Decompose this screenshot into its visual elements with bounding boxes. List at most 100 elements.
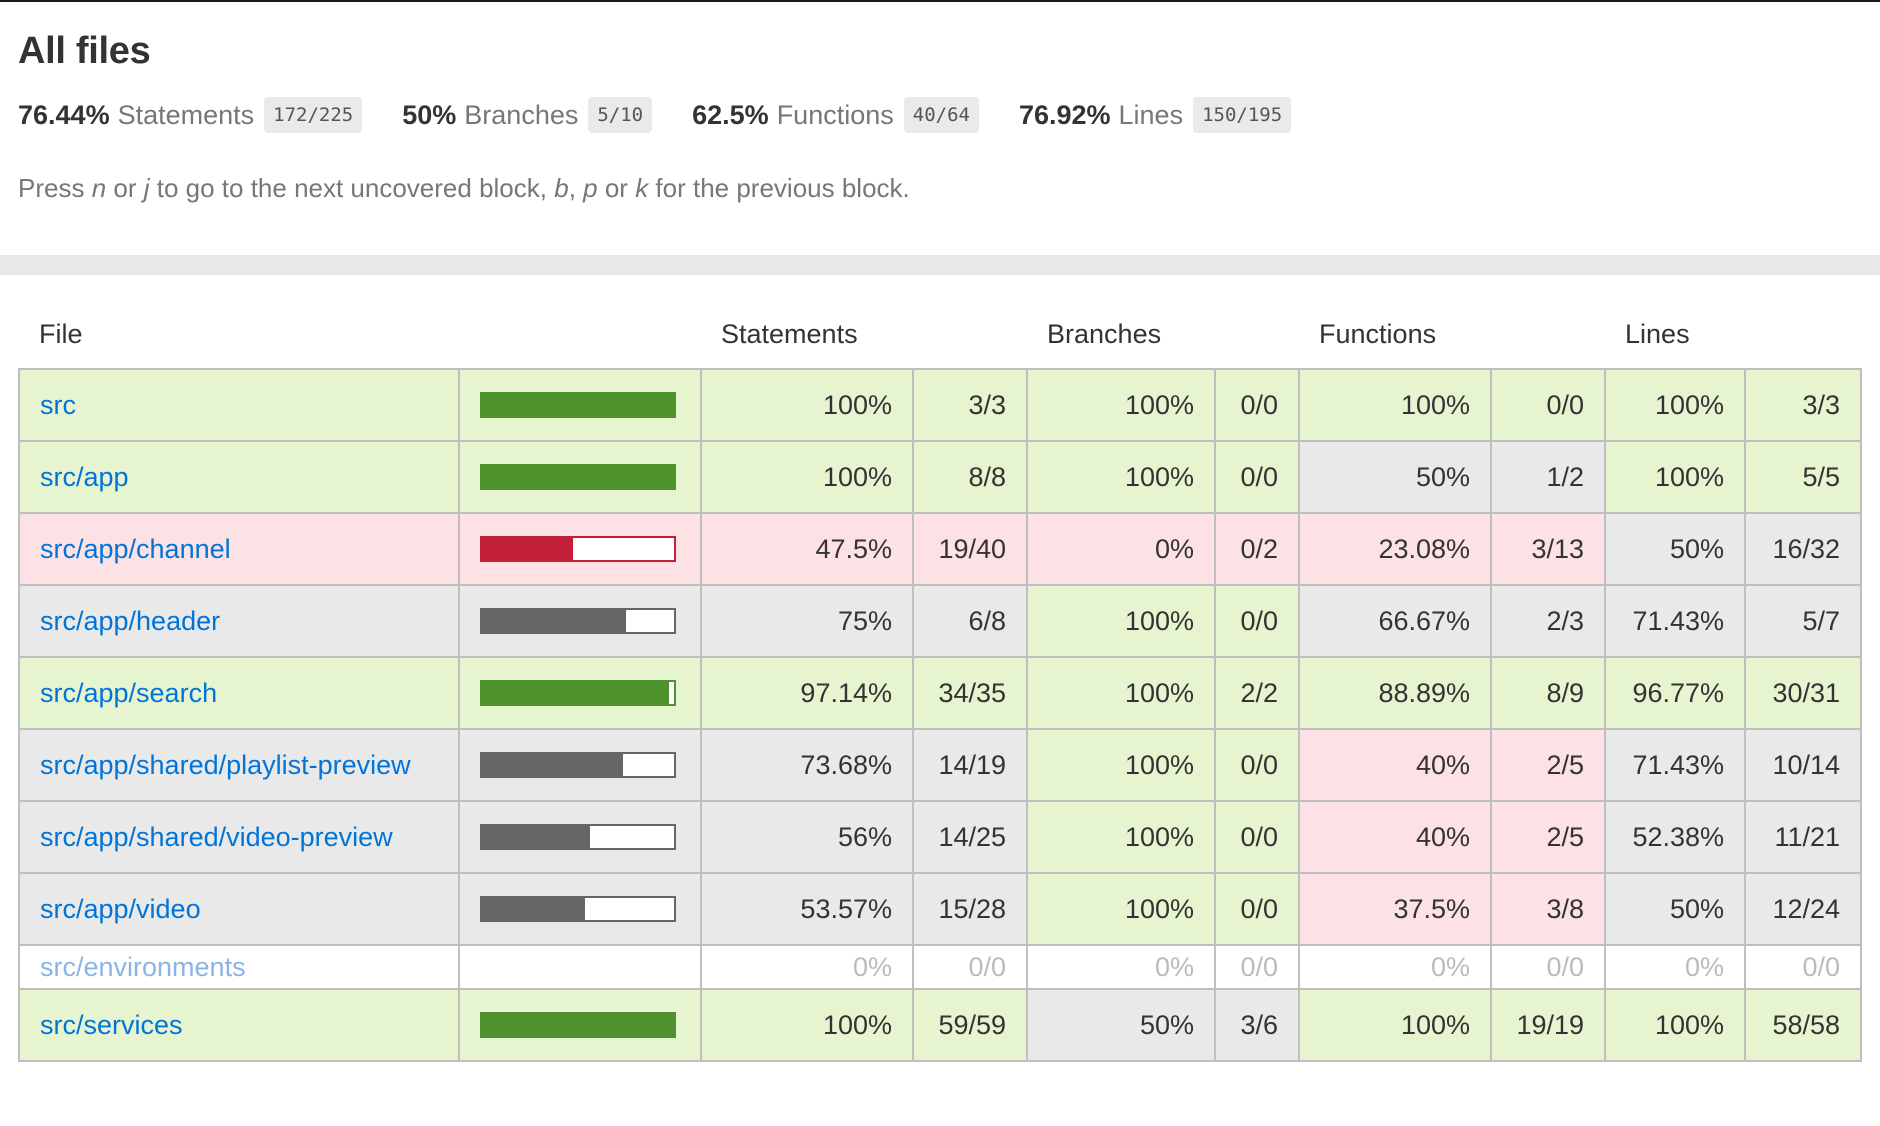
col-header-branches[interactable]: Branches bbox=[1027, 300, 1299, 369]
functions-fraction: 8/9 bbox=[1490, 656, 1607, 730]
statements-fraction: 14/25 bbox=[911, 800, 1029, 874]
summary-pct: 76.44% bbox=[18, 99, 110, 130]
coverage-bar-fill bbox=[482, 1014, 674, 1036]
table-row: src 100% 3/3 100% 0/0 100% 0/0 100% 3/3 bbox=[18, 368, 1863, 442]
branches-fraction: 0/0 bbox=[1214, 728, 1301, 802]
branches-pct: 0% bbox=[1026, 512, 1217, 586]
coverage-bar-fill bbox=[482, 538, 574, 560]
functions-pct: 100% bbox=[1298, 988, 1493, 1062]
coverage-table: File Statements Branches Functions Lines… bbox=[18, 300, 1863, 1062]
branches-pct: 100% bbox=[1026, 656, 1217, 730]
summary-branches: 50% Branches 5/10 bbox=[402, 97, 653, 133]
statements-pct: 56% bbox=[700, 800, 914, 874]
coverage-bar-cell bbox=[458, 440, 702, 514]
summary-fraction: 5/10 bbox=[588, 97, 653, 133]
file-link[interactable]: src/environments bbox=[40, 952, 246, 982]
lines-fraction: 0/0 bbox=[1744, 944, 1863, 990]
statements-pct: 53.57% bbox=[700, 872, 914, 946]
file-link[interactable]: src/app/shared/playlist-preview bbox=[40, 750, 411, 780]
statements-fraction: 14/19 bbox=[911, 728, 1029, 802]
statements-fraction: 0/0 bbox=[911, 944, 1029, 990]
coverage-bar bbox=[480, 680, 676, 706]
lines-pct: 0% bbox=[1604, 944, 1747, 990]
col-header-bar bbox=[459, 300, 701, 369]
statements-fraction: 19/40 bbox=[911, 512, 1029, 586]
statements-fraction: 6/8 bbox=[911, 584, 1029, 658]
col-header-file[interactable]: File bbox=[19, 300, 459, 369]
lines-pct: 52.38% bbox=[1604, 800, 1747, 874]
functions-pct: 40% bbox=[1298, 728, 1493, 802]
file-cell: src/services bbox=[18, 988, 460, 1062]
lines-pct: 50% bbox=[1604, 872, 1747, 946]
summary-fraction: 172/225 bbox=[264, 97, 363, 133]
summary-pct: 62.5% bbox=[692, 99, 769, 130]
hint-key: k bbox=[635, 173, 649, 203]
file-link[interactable]: src/app/header bbox=[40, 606, 220, 636]
col-header-lines[interactable]: Lines bbox=[1605, 300, 1861, 369]
statements-pct: 97.14% bbox=[700, 656, 914, 730]
statements-pct: 0% bbox=[700, 944, 914, 990]
functions-fraction: 2/5 bbox=[1490, 728, 1607, 802]
lines-pct: 100% bbox=[1604, 988, 1747, 1062]
coverage-bar-cell bbox=[458, 584, 702, 658]
functions-pct: 23.08% bbox=[1298, 512, 1493, 586]
coverage-bar-cell bbox=[458, 656, 702, 730]
lines-fraction: 5/7 bbox=[1744, 584, 1863, 658]
statements-fraction: 59/59 bbox=[911, 988, 1029, 1062]
functions-fraction: 0/0 bbox=[1490, 944, 1607, 990]
functions-fraction: 1/2 bbox=[1490, 440, 1607, 514]
functions-pct: 100% bbox=[1298, 368, 1493, 442]
coverage-bar bbox=[480, 1012, 676, 1038]
coverage-bar-fill bbox=[482, 466, 674, 488]
coverage-bar-cell bbox=[458, 872, 702, 946]
lines-fraction: 11/21 bbox=[1744, 800, 1863, 874]
file-link[interactable]: src/services bbox=[40, 1010, 183, 1040]
col-header-functions[interactable]: Functions bbox=[1299, 300, 1605, 369]
coverage-bar-fill bbox=[482, 826, 590, 848]
coverage-bar-fill bbox=[482, 394, 674, 416]
branches-fraction: 3/6 bbox=[1214, 988, 1301, 1062]
summary-label: Branches bbox=[464, 99, 579, 130]
statements-fraction: 34/35 bbox=[911, 656, 1029, 730]
table-row: src/environments 0% 0/0 0% 0/0 0% 0/0 0% 0/0 bbox=[18, 944, 1863, 990]
summary-label: Functions bbox=[776, 99, 894, 130]
lines-pct: 96.77% bbox=[1604, 656, 1747, 730]
summary-label: Statements bbox=[117, 99, 255, 130]
file-cell: src/app/header bbox=[18, 584, 460, 658]
functions-fraction: 3/13 bbox=[1490, 512, 1607, 586]
lines-fraction: 12/24 bbox=[1744, 872, 1863, 946]
hint-text: or bbox=[597, 173, 636, 203]
file-link[interactable]: src/app/channel bbox=[40, 534, 231, 564]
coverage-bar-fill bbox=[482, 754, 624, 776]
file-link[interactable]: src/app bbox=[40, 462, 129, 492]
functions-fraction: 3/8 bbox=[1490, 872, 1607, 946]
lines-pct: 50% bbox=[1604, 512, 1747, 586]
file-cell: src/app/shared/video-preview bbox=[18, 800, 460, 874]
coverage-bar-cell bbox=[458, 728, 702, 802]
hint-key: n bbox=[91, 173, 107, 203]
functions-pct: 0% bbox=[1298, 944, 1493, 990]
branches-fraction: 0/0 bbox=[1214, 368, 1301, 442]
functions-fraction: 0/0 bbox=[1490, 368, 1607, 442]
file-link[interactable]: src/app/video bbox=[40, 894, 201, 924]
file-link[interactable]: src/app/search bbox=[40, 678, 217, 708]
statements-pct: 100% bbox=[700, 368, 914, 442]
functions-fraction: 2/3 bbox=[1490, 584, 1607, 658]
statements-pct: 73.68% bbox=[700, 728, 914, 802]
file-link[interactable]: src/app/shared/video-preview bbox=[40, 822, 393, 852]
coverage-summary: 76.44% Statements 172/225 50% Branches 5… bbox=[18, 97, 1862, 133]
lines-pct: 71.43% bbox=[1604, 584, 1747, 658]
file-link[interactable]: src bbox=[40, 390, 76, 420]
branches-pct: 100% bbox=[1026, 440, 1217, 514]
lines-fraction: 58/58 bbox=[1744, 988, 1863, 1062]
table-header-row: File Statements Branches Functions Lines bbox=[19, 300, 1861, 369]
table-row: src/services 100% 59/59 50% 3/6 100% 19/19 100%… bbox=[18, 988, 1863, 1062]
branches-fraction: 0/0 bbox=[1214, 584, 1301, 658]
col-header-statements[interactable]: Statements bbox=[701, 300, 1027, 369]
file-cell: src/app bbox=[18, 440, 460, 514]
summary-pct: 50% bbox=[402, 99, 457, 130]
table-row: src/app 100% 8/8 100% 0/0 50% 1/2 100% 5/5 bbox=[18, 440, 1863, 514]
section-divider bbox=[0, 255, 1880, 275]
coverage-bar-fill bbox=[482, 610, 626, 632]
statements-fraction: 15/28 bbox=[911, 872, 1029, 946]
